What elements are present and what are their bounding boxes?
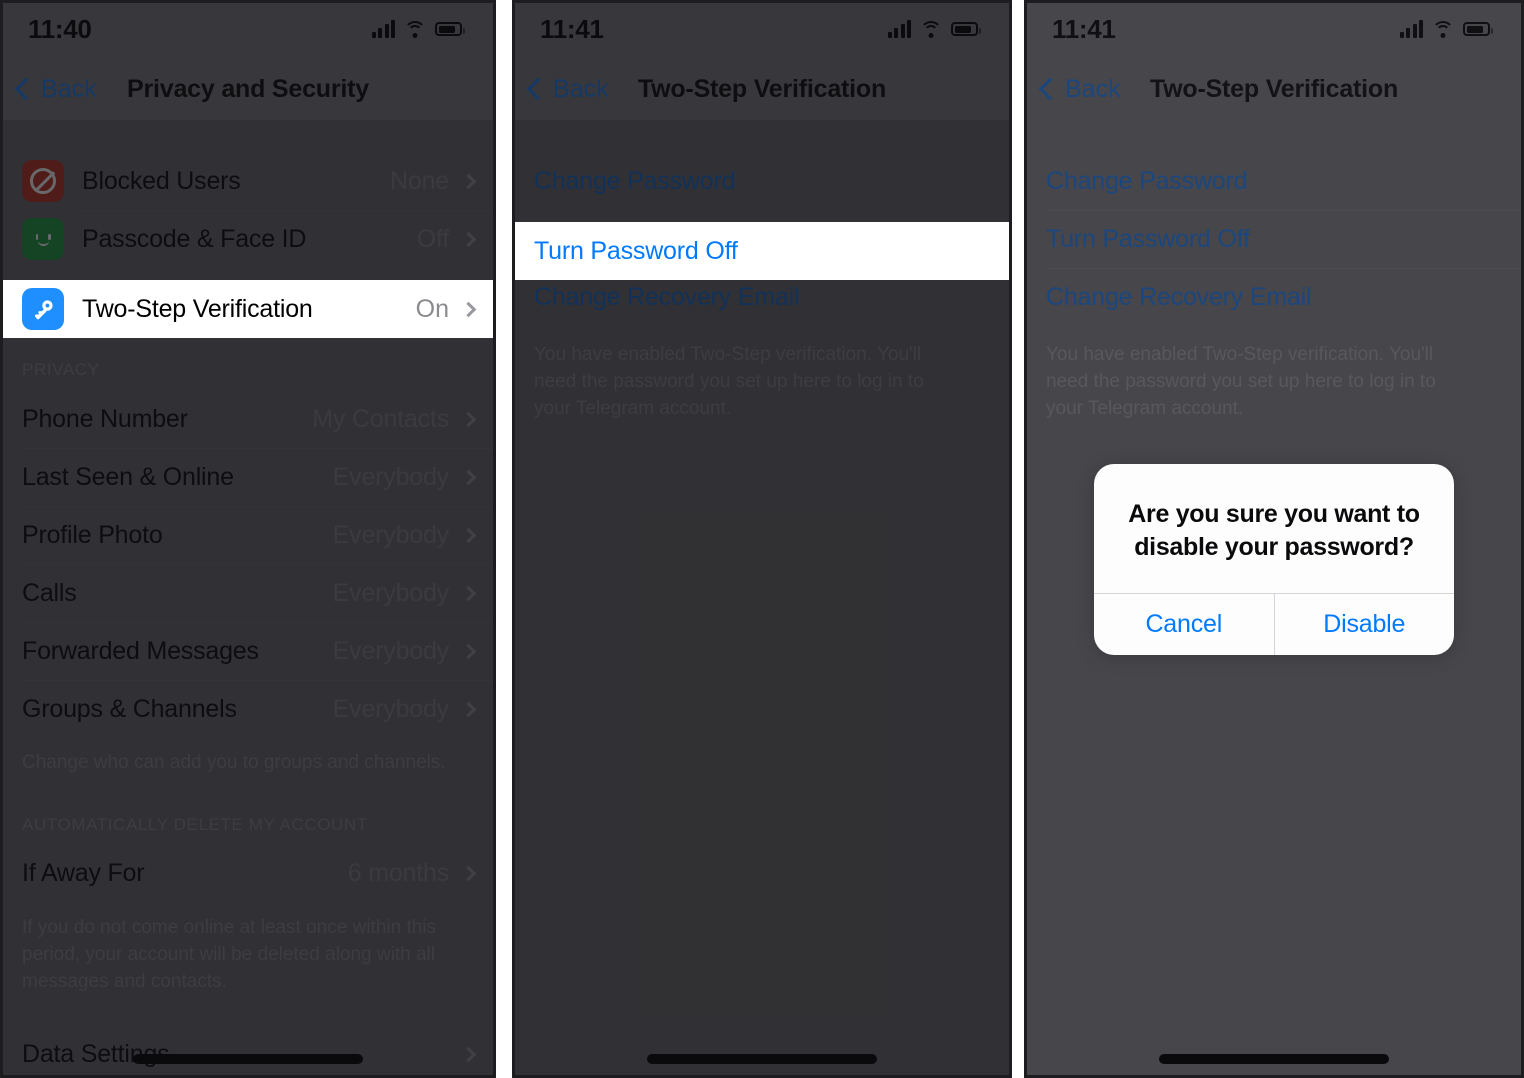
row-label: Phone Number bbox=[22, 404, 188, 433]
row-profile-photo[interactable]: Profile Photo Everybody bbox=[0, 506, 496, 564]
link-turn-password-off-highlighted[interactable]: Turn Password Off bbox=[512, 222, 1012, 280]
row-value: None bbox=[390, 166, 449, 195]
row-label: Passcode & Face ID bbox=[82, 224, 307, 253]
home-indicator[interactable] bbox=[647, 1054, 877, 1064]
row-value: On bbox=[415, 294, 449, 323]
blocked-users-icon bbox=[22, 160, 64, 202]
face-id-icon bbox=[22, 218, 64, 260]
panel-gap-1 bbox=[496, 0, 512, 1078]
back-button-label: Back bbox=[41, 74, 97, 103]
back-button-label: Back bbox=[553, 74, 609, 103]
chevron-right-icon bbox=[460, 585, 477, 601]
row-value: Everybody bbox=[332, 578, 450, 607]
panel-gap-2 bbox=[1012, 0, 1024, 1078]
row-value: My Contacts bbox=[312, 404, 449, 433]
device-top-edge bbox=[1024, 0, 1524, 3]
row-value: Everybody bbox=[332, 462, 450, 491]
phone-panel-privacy-security: 11:40 Back Privacy and Security Blocked … bbox=[0, 0, 496, 1078]
row-label: Forwarded Messages bbox=[22, 636, 259, 665]
row-label: Calls bbox=[22, 578, 77, 607]
row-phone-number[interactable]: Phone Number My Contacts bbox=[0, 390, 496, 448]
cancel-button[interactable]: Cancel bbox=[1094, 594, 1274, 655]
device-top-edge bbox=[512, 0, 1012, 3]
home-indicator[interactable] bbox=[1159, 1054, 1389, 1064]
status-bar-1: 11:40 bbox=[0, 0, 496, 58]
chevron-left-icon bbox=[14, 77, 38, 101]
row-label: Profile Photo bbox=[22, 520, 163, 549]
row-label: If Away For bbox=[22, 859, 145, 888]
status-clock: 11:41 bbox=[540, 13, 604, 44]
link-label: Change Recovery Email bbox=[534, 282, 800, 311]
link-change-password[interactable]: Change Password bbox=[512, 152, 1012, 210]
alert-title: Are you sure you want to disable your pa… bbox=[1128, 500, 1420, 561]
wifi-icon bbox=[404, 20, 426, 38]
disable-password-alert: Are you sure you want to disable your pa… bbox=[1094, 464, 1454, 655]
link-label: Turn Password Off bbox=[534, 236, 738, 265]
delete-account-group: If Away For 6 months bbox=[0, 845, 496, 903]
row-data-settings[interactable]: Data Settings bbox=[0, 1026, 496, 1078]
list-top-spacer bbox=[0, 120, 496, 152]
alert-buttons: Cancel Disable bbox=[1094, 593, 1454, 655]
nav-bar-1: Back Privacy and Security bbox=[0, 58, 496, 120]
home-indicator[interactable] bbox=[133, 1054, 363, 1064]
privacy-group: Phone Number My Contacts Last Seen & Onl… bbox=[0, 390, 496, 738]
row-calls[interactable]: Calls Everybody bbox=[0, 564, 496, 622]
row-value: Everybody bbox=[332, 520, 450, 549]
back-button[interactable]: Back bbox=[14, 74, 97, 104]
screen-1: 11:40 Back Privacy and Security Blocked … bbox=[0, 0, 496, 1078]
row-forwarded-messages[interactable]: Forwarded Messages Everybody bbox=[0, 622, 496, 680]
chevron-right-icon bbox=[460, 469, 477, 485]
status-bar-2: 11:41 bbox=[512, 0, 1012, 58]
row-last-seen-online[interactable]: Last Seen & Online Everybody bbox=[0, 448, 496, 506]
battery-icon bbox=[435, 22, 465, 36]
row-label: Two-Step Verification bbox=[82, 294, 313, 323]
chevron-left-icon bbox=[526, 77, 550, 101]
row-label: Blocked Users bbox=[82, 166, 241, 195]
row-value: 6 months bbox=[347, 859, 449, 888]
two-step-footnote: You have enabled Two-Step verification. … bbox=[534, 344, 924, 419]
status-clock: 11:40 bbox=[28, 13, 92, 44]
chevron-right-icon bbox=[460, 301, 477, 317]
row-label: Groups & Channels bbox=[22, 694, 237, 723]
back-button[interactable]: Back bbox=[526, 74, 609, 104]
device-top-edge bbox=[0, 0, 496, 3]
alert-layer: Are you sure you want to disable your pa… bbox=[1024, 0, 1524, 1078]
wifi-icon bbox=[920, 20, 942, 38]
nav-bar-2: Back Two-Step Verification bbox=[512, 58, 1012, 120]
data-settings-group: Data Settings bbox=[0, 1026, 496, 1078]
key-icon bbox=[22, 288, 64, 330]
row-two-step-verification-highlighted[interactable]: Two-Step Verification On bbox=[0, 280, 496, 338]
chevron-right-icon bbox=[460, 527, 477, 543]
status-icons bbox=[887, 20, 981, 38]
disable-button[interactable]: Disable bbox=[1273, 594, 1455, 655]
three-panel-screenshot: 11:40 Back Privacy and Security Blocked … bbox=[0, 0, 1524, 1078]
chevron-right-icon bbox=[460, 411, 477, 427]
row-value: Everybody bbox=[332, 636, 450, 665]
list-top-spacer bbox=[512, 120, 1012, 152]
delete-account-footnote: If you do not come online at least once … bbox=[22, 916, 437, 992]
chevron-right-icon bbox=[460, 866, 477, 882]
row-value: Everybody bbox=[332, 694, 450, 723]
delete-account-section-header: AUTOMATICALLY DELETE MY ACCOUNT bbox=[22, 814, 368, 834]
cellular-bars-icon bbox=[887, 20, 911, 38]
chevron-right-icon bbox=[460, 1047, 477, 1063]
chevron-right-icon bbox=[460, 701, 477, 717]
cellular-bars-icon bbox=[371, 20, 395, 38]
row-blocked-users[interactable]: Blocked Users None bbox=[0, 152, 496, 210]
row-if-away-for[interactable]: If Away For 6 months bbox=[0, 845, 496, 903]
chevron-right-icon bbox=[460, 231, 477, 247]
phone-panel-two-step-verification: 11:41 Back Two-Step Verification Change … bbox=[512, 0, 1012, 1078]
row-passcode-face-id[interactable]: Passcode & Face ID Off bbox=[0, 210, 496, 268]
battery-icon bbox=[951, 22, 981, 36]
row-groups-channels[interactable]: Groups & Channels Everybody bbox=[0, 680, 496, 738]
link-label: Change Password bbox=[534, 166, 736, 195]
screen-2: 11:41 Back Two-Step Verification Change … bbox=[512, 0, 1012, 1078]
phone-panel-disable-password-alert: 11:41 Back Two-Step Verification Change … bbox=[1024, 0, 1524, 1078]
chevron-right-icon bbox=[460, 173, 477, 189]
chevron-right-icon bbox=[460, 643, 477, 659]
row-value: Off bbox=[416, 224, 449, 253]
row-label: Last Seen & Online bbox=[22, 462, 234, 491]
status-icons bbox=[371, 20, 465, 38]
privacy-footnote: Change who can add you to groups and cha… bbox=[22, 752, 446, 773]
